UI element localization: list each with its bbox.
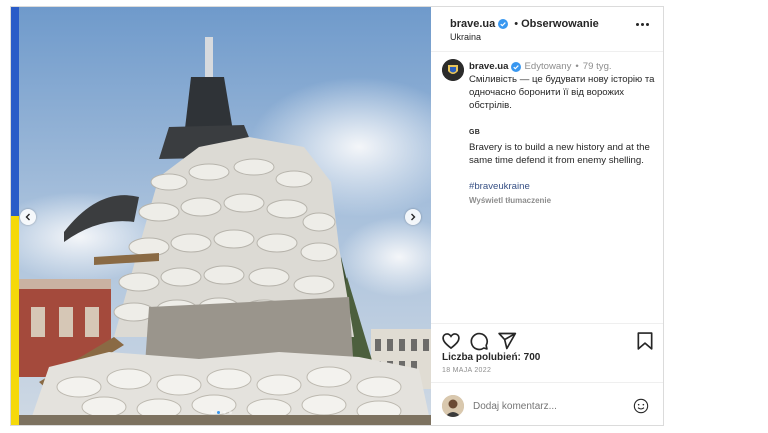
heart-icon[interactable] xyxy=(441,331,461,351)
add-comment-input[interactable] xyxy=(473,401,613,412)
edited-label: Edytowany xyxy=(524,61,572,72)
see-translation-button[interactable]: Wyświetl tłumaczenie xyxy=(469,194,659,207)
carousel-next-button[interactable] xyxy=(405,209,421,225)
carousel-prev-button[interactable] xyxy=(20,209,36,225)
header-separator: • xyxy=(514,18,519,30)
user-avatar xyxy=(442,395,464,417)
more-dot-icon xyxy=(636,23,639,26)
more-options-button[interactable] xyxy=(636,23,649,26)
caption-meta: brave.ua Edytowany • 79 tyg. xyxy=(469,60,659,73)
comment-bar xyxy=(431,382,663,426)
more-dot-icon xyxy=(641,23,644,26)
carousel-indicator xyxy=(11,411,431,414)
post-header: brave.ua • Obserwowanie Ukraina xyxy=(431,7,663,52)
caption-username[interactable]: brave.ua xyxy=(469,60,508,73)
comment-icon[interactable] xyxy=(469,331,489,351)
more-dot-icon xyxy=(646,23,649,26)
post-actions xyxy=(431,323,663,354)
flag-stripe-blue xyxy=(11,7,19,216)
brave-ua-logo-icon xyxy=(442,59,464,81)
following-button[interactable]: Obserwowanie xyxy=(521,18,599,30)
paper-plane-icon[interactable] xyxy=(497,331,517,351)
hashtag-link[interactable]: #braveukraine xyxy=(469,180,659,193)
likes-count[interactable]: Liczba polubień: 700 xyxy=(442,352,540,363)
carousel-dot-active xyxy=(216,411,220,414)
header-username[interactable]: brave.ua xyxy=(450,18,495,30)
post-media xyxy=(11,7,431,425)
avatar[interactable] xyxy=(442,59,464,81)
caption-time-ago[interactable]: 79 tyg. xyxy=(583,60,612,73)
chevron-right-icon xyxy=(411,213,416,221)
header-location[interactable]: Ukraina xyxy=(450,32,481,42)
caption-text-english: Bravery is to build a new history and at… xyxy=(469,142,650,166)
caption-separator: • xyxy=(575,61,579,72)
bookmark-icon[interactable] xyxy=(635,331,655,351)
verified-badge-icon xyxy=(511,61,522,72)
caption-language-tag: GB xyxy=(469,129,481,136)
flag-stripe-yellow xyxy=(11,216,19,425)
header-user-row: brave.ua • Obserwowanie xyxy=(450,18,599,30)
post-photo xyxy=(19,7,431,425)
post-sidebar: brave.ua • Obserwowanie Ukraina brave.ua… xyxy=(431,7,663,425)
post-date: 18 MAJA 2022 xyxy=(442,367,492,374)
carousel-dot xyxy=(228,411,232,414)
caption-body: brave.ua Edytowany • 79 tyg. Сміливість … xyxy=(469,60,659,207)
user-avatar-image xyxy=(442,395,464,417)
verified-badge-icon xyxy=(498,19,509,29)
instagram-post: brave.ua • Obserwowanie Ukraina brave.ua… xyxy=(10,6,664,426)
carousel-dot xyxy=(210,411,214,414)
chevron-left-icon xyxy=(25,213,30,221)
caption-text-ukrainian: Сміливість — це будувати нову історію та… xyxy=(469,74,655,111)
smiley-icon[interactable] xyxy=(633,398,649,414)
carousel-dot xyxy=(222,411,226,414)
